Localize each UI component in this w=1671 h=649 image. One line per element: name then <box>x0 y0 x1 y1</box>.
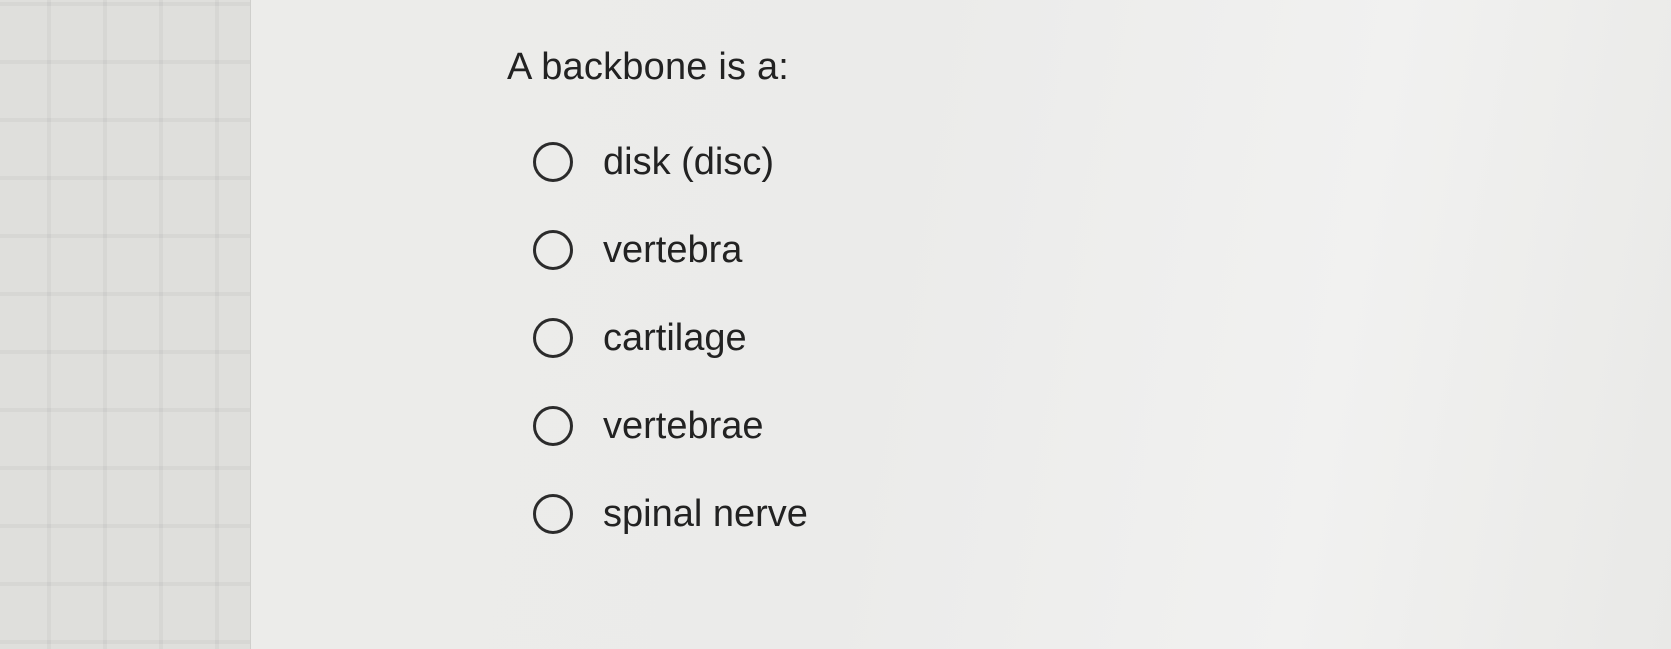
option-vertebra[interactable]: vertebra <box>533 206 808 294</box>
answer-options: disk (disc) vertebra cartilage vertebrae… <box>533 118 808 558</box>
option-label: vertebrae <box>603 404 764 447</box>
radio-button-icon[interactable] <box>533 494 573 534</box>
option-cartilage[interactable]: cartilage <box>533 294 808 382</box>
option-label: vertebra <box>603 228 743 271</box>
radio-button-icon[interactable] <box>533 230 573 270</box>
radio-button-icon[interactable] <box>533 142 573 182</box>
option-spinal-nerve[interactable]: spinal nerve <box>533 470 808 558</box>
left-margin-panel <box>0 0 251 649</box>
option-disk-disc[interactable]: disk (disc) <box>533 118 808 206</box>
radio-button-icon[interactable] <box>533 406 573 446</box>
radio-button-icon[interactable] <box>533 318 573 358</box>
question-panel: A backbone is a: disk (disc) vertebra ca… <box>251 0 1671 649</box>
question-text: A backbone is a: <box>507 46 790 88</box>
option-label: cartilage <box>603 316 747 359</box>
option-label: disk (disc) <box>603 140 775 183</box>
option-label: spinal nerve <box>603 492 808 535</box>
option-vertebrae[interactable]: vertebrae <box>533 382 808 470</box>
